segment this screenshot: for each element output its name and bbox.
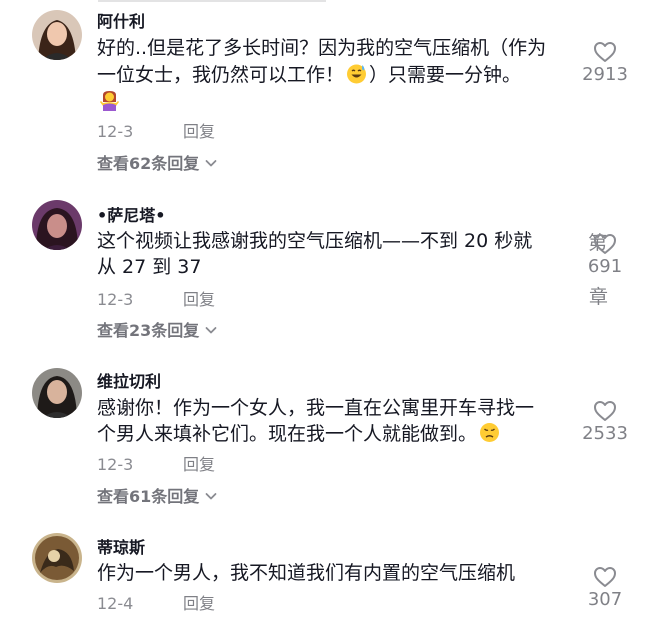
heart-outline-icon (594, 567, 616, 587)
chevron-down-icon (205, 327, 217, 334)
comment-username[interactable]: 蒂琼斯 (97, 537, 145, 559)
like-button[interactable]: 307 (570, 566, 640, 612)
view-replies-label: 查看62条回复 (97, 154, 200, 173)
view-replies-button[interactable]: 查看62条回复 (97, 153, 218, 175)
heart-outline-icon (594, 401, 616, 421)
comment-text-line (97, 89, 122, 115)
comment-text-segment: 一位女士，我仍然可以工作！ (97, 64, 345, 86)
comment-username[interactable]: 维拉切利 (97, 371, 161, 393)
comment-text-line: 个男人来填补它们。现在我一个人就能做到。 (97, 421, 502, 447)
like-count: 307 (587, 589, 623, 610)
like-button[interactable]: 2533 (570, 400, 640, 446)
comment-date: 12-3 (97, 122, 134, 141)
comment-text-line: 感谢你！作为一个女人，我一直在公寓里开车寻找一 (97, 397, 535, 419)
view-replies-button[interactable]: 查看23条回复 (97, 320, 218, 342)
comment-date: 12-3 (97, 455, 134, 474)
divider (98, 0, 326, 2)
comment-text-segment: ）只需要一分钟。 (369, 64, 522, 86)
like-count: 2913 (582, 64, 628, 85)
comment-text-segment: 个男人来填补它们。现在我一个人就能做到。 (97, 423, 478, 445)
reply-button[interactable]: 回复 (183, 594, 215, 614)
comment-text-line: 这个视频让我感谢我的空气压缩机——不到 20 秒就 (97, 230, 533, 252)
view-replies-button[interactable]: 查看61条回复 (97, 486, 218, 508)
comment-text-line: 一位女士，我仍然可以工作！ ）只需要一分钟。 (97, 62, 521, 88)
avatar[interactable] (32, 368, 82, 418)
reply-button[interactable]: 回复 (183, 290, 215, 310)
heart-outline-icon (594, 234, 616, 254)
chevron-down-icon (205, 493, 217, 500)
heart-outline-icon (594, 42, 616, 62)
like-count: 691 (587, 256, 623, 277)
disappointed-face-emoji (479, 422, 500, 443)
view-replies-label: 查看23条回复 (97, 321, 200, 340)
avatar[interactable] (32, 10, 82, 60)
comment-username[interactable]: 阿什利 (97, 11, 145, 33)
sweat-smile-emoji (346, 63, 367, 84)
like-button[interactable]: 2913 (570, 41, 640, 87)
like-count: 2533 (582, 423, 628, 444)
reply-button[interactable]: 回复 (183, 122, 215, 142)
avatar[interactable] (32, 200, 82, 250)
like-button[interactable]: 691 (570, 233, 640, 279)
comment-text-line: 从 27 到 37 (97, 256, 202, 278)
comment-text-line: 好的..但是花了多长时间？因为我的空气压缩机（作为 (97, 37, 547, 59)
comment-date: 12-3 (97, 290, 134, 309)
comment-username[interactable]: •萨尼塔• (97, 205, 165, 227)
reply-button[interactable]: 回复 (183, 455, 215, 475)
chevron-down-icon (205, 160, 217, 167)
comment-date: 12-4 (97, 594, 134, 613)
avatar[interactable] (32, 533, 82, 583)
woman-shrugging-emoji (99, 90, 120, 111)
view-replies-label: 查看61条回复 (97, 487, 200, 506)
comment-text-line: 作为一个男人，我不知道我们有内置的空气压缩机 (97, 562, 516, 584)
chapter-overlay-bottom: 章 (589, 286, 609, 308)
